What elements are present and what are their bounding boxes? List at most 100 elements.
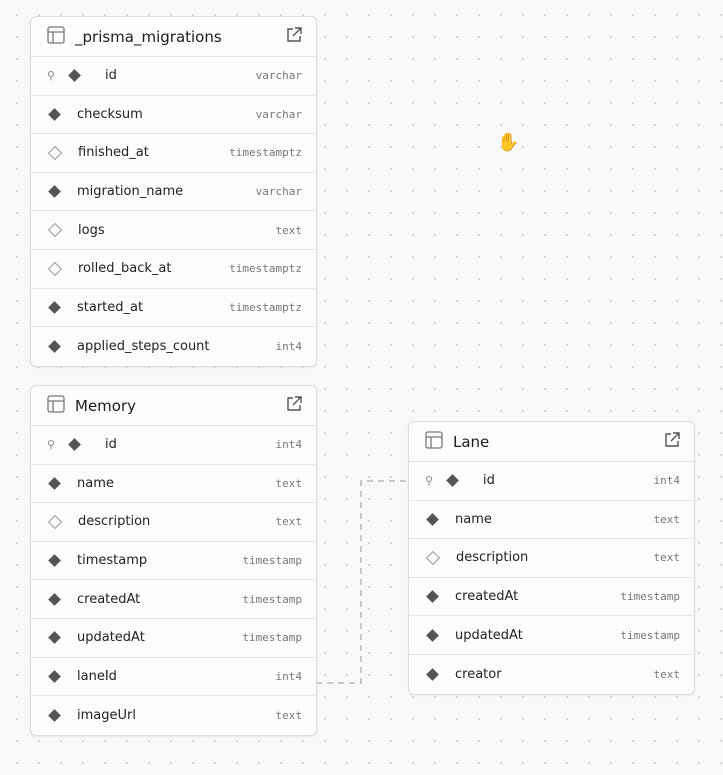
column-row[interactable]: applied_steps_count int4 — [31, 327, 316, 366]
column-name: updatedAt — [77, 630, 145, 646]
column-type: text — [275, 476, 303, 490]
column-type: varchar — [255, 69, 302, 83]
not-null-diamond-icon — [48, 108, 61, 121]
column-row[interactable]: updatedAt timestamp — [409, 616, 694, 655]
table-name: _prisma_migrations — [75, 27, 222, 46]
column-type: text — [275, 708, 303, 722]
column-name: imageUrl — [77, 707, 136, 723]
not-null-diamond-icon — [426, 667, 439, 681]
not-null-diamond-icon — [426, 513, 439, 526]
not-null-diamond-icon — [48, 477, 61, 490]
column-name: started_at — [77, 299, 144, 315]
column-row[interactable]: started_at timestamptz — [31, 289, 316, 328]
column-type: timestamp — [242, 592, 302, 606]
column-name: updatedAt — [455, 627, 523, 643]
column-type: text — [275, 515, 303, 529]
not-null-diamond-icon — [48, 709, 61, 722]
column-row[interactable]: imageUrl text — [31, 696, 316, 735]
nullable-diamond-icon — [47, 145, 63, 161]
nullable-diamond-icon — [47, 514, 63, 530]
column-type: timestamptz — [229, 146, 302, 160]
table-icon — [425, 430, 443, 453]
nullable-diamond-icon — [425, 550, 441, 566]
not-null-diamond-icon — [68, 69, 81, 83]
column-type: timestamptz — [229, 262, 302, 276]
open-external-icon[interactable] — [286, 395, 302, 416]
open-external-icon[interactable] — [286, 26, 302, 47]
column-name: checksum — [77, 106, 143, 122]
column-type: timestamp — [242, 554, 302, 568]
column-type: int4 — [275, 669, 303, 683]
column-name: finished_at — [78, 145, 149, 161]
table-lane[interactable]: Lane ⚲ id int4 name text description tex… — [408, 421, 695, 695]
column-type: varchar — [255, 185, 302, 199]
column-row[interactable]: updatedAt timestamp — [31, 619, 316, 658]
primary-key-icon: ⚲ — [47, 69, 56, 83]
column-type: text — [275, 223, 303, 237]
column-row[interactable]: creator text — [409, 655, 694, 694]
column-type: timestamptz — [229, 300, 302, 314]
table-memory[interactable]: Memory ⚲ id int4 name text description t… — [30, 385, 317, 736]
column-type: int4 — [275, 438, 303, 452]
column-name: createdAt — [455, 589, 519, 605]
nullable-diamond-icon — [47, 223, 63, 238]
column-row[interactable]: ⚲ id varchar — [31, 57, 316, 96]
column-name: laneId — [77, 668, 117, 684]
table-prisma-migrations[interactable]: _prisma_migrations ⚲ id varchar checksum… — [30, 16, 317, 367]
column-name: creator — [455, 666, 502, 682]
table-header: Lane — [409, 422, 694, 462]
not-null-diamond-icon — [426, 628, 439, 642]
column-row[interactable]: createdAt timestamp — [409, 578, 694, 617]
relation-memory-laneid-lane-id — [316, 480, 408, 684]
column-row[interactable]: timestamp timestamp — [31, 542, 316, 581]
not-null-diamond-icon — [446, 474, 459, 488]
not-null-diamond-icon — [48, 631, 61, 645]
column-row[interactable]: rolled_back_at timestamptz — [31, 250, 316, 289]
column-name: id — [483, 473, 495, 489]
open-external-icon[interactable] — [664, 431, 680, 452]
column-row[interactable]: description text — [31, 503, 316, 542]
not-null-diamond-icon — [48, 592, 61, 606]
not-null-diamond-icon — [48, 300, 61, 314]
column-name: description — [78, 514, 151, 530]
table-header: _prisma_migrations — [31, 17, 316, 57]
column-name: name — [455, 511, 492, 527]
column-type: varchar — [255, 107, 302, 121]
table-name: Memory — [75, 396, 137, 415]
column-row[interactable]: ⚲ id int4 — [31, 426, 316, 465]
column-row[interactable]: finished_at timestamptz — [31, 134, 316, 173]
column-name: id — [105, 437, 117, 453]
table-icon — [47, 394, 65, 417]
column-row[interactable]: createdAt timestamp — [31, 580, 316, 619]
column-type: timestamp — [620, 590, 680, 604]
column-row[interactable]: name text — [409, 501, 694, 540]
column-type: text — [653, 667, 681, 681]
column-name: logs — [78, 222, 105, 238]
primary-key-icon: ⚲ — [47, 438, 56, 452]
column-name: applied_steps_count — [77, 338, 210, 354]
column-type: timestamp — [620, 628, 680, 642]
column-name: id — [105, 68, 117, 84]
column-row[interactable]: description text — [409, 539, 694, 578]
nullable-diamond-icon — [47, 261, 63, 276]
not-null-diamond-icon — [48, 185, 61, 198]
table-header: Memory — [31, 386, 316, 426]
primary-key-icon: ⚲ — [425, 474, 434, 488]
column-name: description — [456, 550, 529, 566]
column-row[interactable]: logs text — [31, 211, 316, 250]
column-name: migration_name — [77, 184, 184, 200]
column-row[interactable]: checksum varchar — [31, 96, 316, 135]
column-row[interactable]: migration_name varchar — [31, 173, 316, 212]
column-type: timestamp — [242, 631, 302, 645]
not-null-diamond-icon — [48, 554, 61, 567]
column-row[interactable]: name text — [31, 465, 316, 504]
column-type: text — [653, 512, 681, 526]
table-name: Lane — [453, 432, 490, 451]
column-row[interactable]: laneId int4 — [31, 658, 316, 697]
column-row[interactable]: ⚲ id int4 — [409, 462, 694, 501]
not-null-diamond-icon — [48, 669, 61, 683]
column-name: rolled_back_at — [78, 261, 172, 277]
hand-cursor-icon: ✋ — [497, 132, 520, 153]
column-name: createdAt — [77, 591, 141, 607]
column-name: timestamp — [77, 553, 148, 569]
